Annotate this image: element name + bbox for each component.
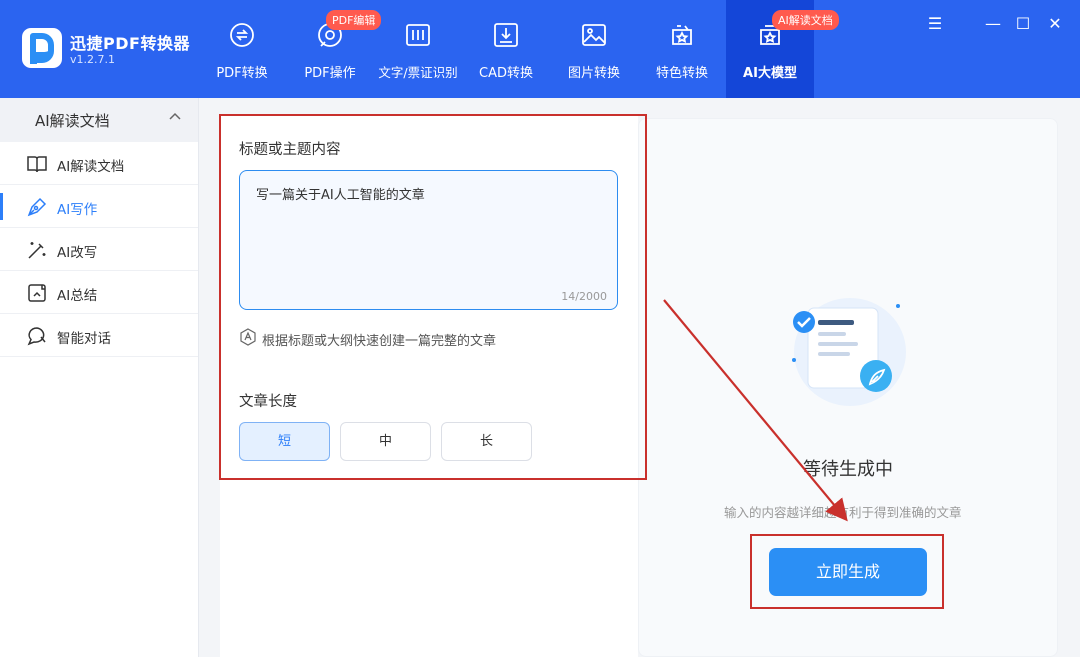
cad-icon: [494, 23, 518, 47]
chat-icon: [27, 327, 46, 346]
pdf-convert-icon: [230, 23, 254, 47]
app-name: 迅捷PDF转换器: [70, 34, 190, 53]
sidebar-item-label: AI改写: [57, 245, 98, 261]
nav-tab-special-convert[interactable]: 特色转换: [638, 0, 726, 98]
sidebar-item-ai-summary[interactable]: AI总结: [0, 271, 198, 314]
annotation-box-generate: [750, 534, 944, 609]
pen-icon: [27, 197, 47, 217]
annotation-box-input: [219, 114, 647, 480]
nav-label: AI大模型: [743, 66, 797, 81]
book-icon: [27, 156, 47, 173]
nav-tab-cad[interactable]: CAD转换: [462, 0, 550, 98]
chevron-up-icon: [169, 112, 181, 120]
nav-label: PDF转换: [216, 66, 268, 81]
ocr-icon: [406, 24, 430, 46]
nav-label: 文字/票证识别: [378, 65, 458, 80]
sidebar-item-label: AI解读文档: [57, 159, 125, 175]
close-icon[interactable]: ✕: [1045, 14, 1065, 34]
status-subtitle: 输入的内容越详细越有利于得到准确的文章: [724, 505, 962, 520]
document-waiting-illustration: [792, 298, 906, 406]
nav-label: 图片转换: [567, 66, 620, 81]
nav-tab-ocr[interactable]: 文字/票证识别: [374, 0, 462, 98]
nav-tab-image[interactable]: 图片转换: [550, 0, 638, 98]
title-bar: 迅捷PDF转换器 v1.2.7.1 PDF转换 PDF操作 PDF编辑 文字/票…: [0, 0, 1080, 98]
sidebar-item-label: 智能对话: [57, 331, 111, 347]
nav-tab-pdf-convert[interactable]: PDF转换: [198, 0, 286, 98]
sidebar-group-header[interactable]: AI解读文档: [0, 98, 198, 142]
minimize-icon[interactable]: —: [983, 14, 1003, 34]
special-convert-icon: [672, 25, 692, 45]
sidebar-item-ai-writing[interactable]: AI写作: [0, 185, 198, 228]
nav-tab-pdf-operate[interactable]: PDF操作 PDF编辑: [286, 0, 382, 98]
sidebar-item-ai-rewrite[interactable]: AI改写: [0, 228, 198, 271]
magic-wand-icon: [28, 242, 46, 259]
nav-label: CAD转换: [479, 66, 533, 81]
image-icon: [582, 24, 606, 46]
sidebar-group-title: AI解读文档: [35, 112, 110, 130]
sidebar-item-ai-read-doc[interactable]: AI解读文档: [0, 142, 198, 185]
app-logo-icon: [22, 28, 62, 68]
nav-label: PDF操作: [304, 66, 356, 81]
sidebar-item-smart-chat[interactable]: 智能对话: [0, 314, 198, 357]
maximize-icon[interactable]: ☐: [1013, 14, 1033, 34]
sidebar-item-label: AI总结: [57, 288, 98, 304]
summary-icon: [28, 284, 46, 302]
sidebar: AI解读文档 AI解读文档 AI写作 AI改写 AI总结 智能对话: [0, 98, 199, 657]
menu-icon[interactable]: ☰: [925, 14, 945, 34]
nav-tab-ai-model[interactable]: AI大模型 AI解读文档: [726, 0, 839, 98]
sidebar-item-label: AI写作: [57, 202, 98, 218]
main-nav: PDF转换 PDF操作 PDF编辑 文字/票证识别 CAD转换 图片转换 特色转…: [198, 0, 839, 98]
app-version: v1.2.7.1: [70, 53, 115, 66]
ai-doc-badge: AI解读文档: [772, 10, 839, 30]
nav-label: 特色转换: [655, 66, 708, 81]
